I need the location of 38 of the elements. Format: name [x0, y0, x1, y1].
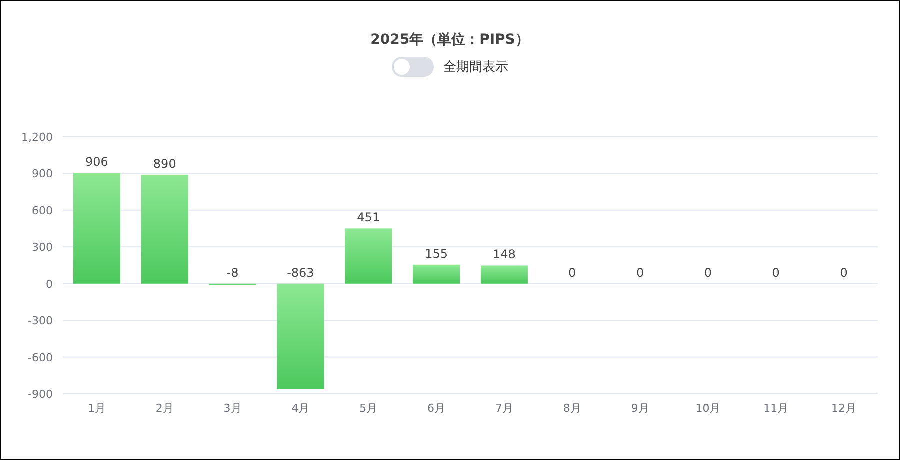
- axis-label: 1,200: [22, 131, 53, 144]
- data-label: 890: [153, 156, 176, 171]
- data-label: 451: [357, 210, 380, 225]
- axis-label: 5月: [360, 402, 378, 415]
- axis-label: 10月: [696, 402, 721, 415]
- data-label: -8: [226, 266, 239, 280]
- axis-label: 3月: [224, 402, 242, 415]
- data-label: 906: [86, 154, 108, 169]
- data-label: 0: [568, 266, 576, 280]
- axis-label: -600: [28, 351, 53, 364]
- axis-label: 1月: [88, 402, 106, 415]
- data-label: -863: [287, 266, 314, 280]
- axis-label: -300: [28, 314, 53, 328]
- data-label: 0: [772, 266, 780, 280]
- axis-label: 7月: [495, 402, 514, 415]
- axis-label: 2月: [156, 402, 174, 415]
- bar: [480, 266, 528, 284]
- axis-label: 900: [32, 168, 53, 181]
- bar: [345, 228, 392, 284]
- axis-label: 0: [46, 278, 53, 291]
- axis-label: 300: [32, 241, 53, 254]
- bar: [413, 264, 460, 284]
- axis-label: 6月: [428, 402, 446, 415]
- axis-label: 8月: [563, 402, 582, 415]
- data-label: 148: [493, 248, 516, 262]
- axis-label: -900: [28, 388, 53, 401]
- axis-label: 9月: [631, 402, 650, 415]
- data-label: 0: [704, 266, 712, 280]
- data-label: 0: [636, 266, 644, 280]
- axis-label: 4月: [292, 402, 310, 415]
- axis-label: 11月: [764, 402, 789, 415]
- chart-title: 2025年（単位：PIPS）: [370, 31, 530, 49]
- axis-label: 600: [32, 204, 53, 218]
- toggle-label: 全期間表示: [444, 59, 508, 76]
- data-label: 155: [425, 246, 448, 261]
- toggle-switch[interactable]: [392, 57, 434, 77]
- data-label: 0: [840, 266, 848, 280]
- axis-label: 12月: [832, 402, 857, 415]
